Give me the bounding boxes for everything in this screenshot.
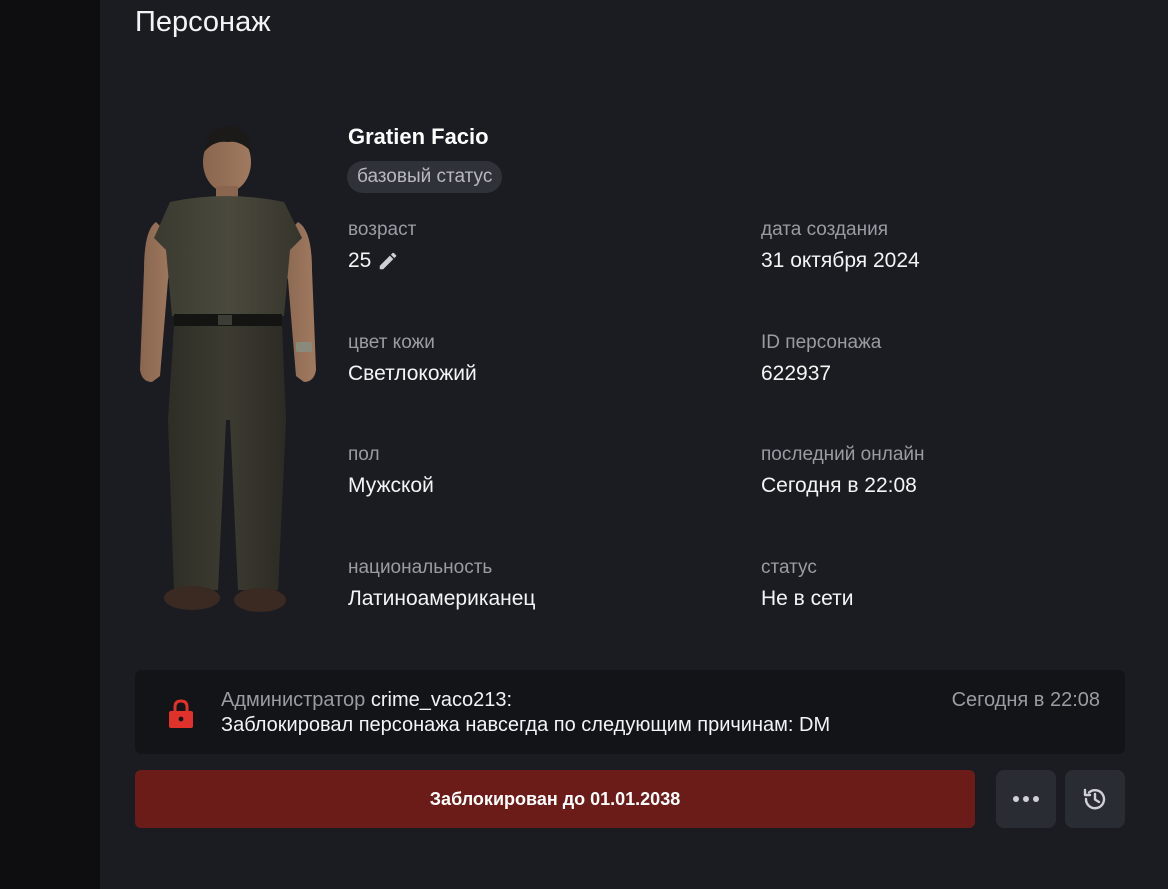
- field-nationality: национальность Латиноамериканец: [348, 557, 535, 611]
- history-icon: [1083, 788, 1106, 810]
- pencil-icon: [380, 252, 397, 270]
- field-label: последний онлайн: [761, 444, 925, 465]
- lock-icon: [169, 699, 193, 728]
- edit-age-button[interactable]: [377, 250, 399, 272]
- field-gender: пол Мужской: [348, 444, 434, 498]
- field-character-id: ID персонажа 622937: [761, 332, 881, 386]
- page-title: Персонаж: [135, 6, 271, 38]
- field-value: Мужской: [348, 474, 434, 497]
- field-last-online: последний онлайн Сегодня в 22:08: [761, 444, 925, 498]
- field-label: возраст: [348, 219, 417, 240]
- field-age: возраст 25: [348, 219, 416, 273]
- field-label: национальность: [348, 557, 493, 578]
- field-value: Светлокожий: [348, 362, 477, 385]
- history-button[interactable]: [1065, 770, 1125, 828]
- field-value: 622937: [761, 362, 832, 385]
- status-badge: базовый статус: [347, 161, 503, 193]
- field-value: 31 октября 2024: [761, 249, 920, 272]
- more-dots-icon: [1013, 796, 1039, 802]
- log-message: Заблокировал персонажа навсегда по следу…: [221, 714, 831, 736]
- field-value: 25: [348, 249, 416, 273]
- log-admin-name: crime_vaco213:: [370, 689, 513, 711]
- log-prefix: Администратор: [221, 689, 366, 711]
- field-label: ID персонажа: [761, 332, 882, 353]
- left-sidebar-strip: [0, 0, 100, 889]
- log-header: Администратор crime_vaco213:: [221, 689, 512, 712]
- log-timestamp: Сегодня в 22:08: [951, 689, 1100, 711]
- field-value: Не в сети: [761, 587, 854, 610]
- field-status: статус Не в сети: [761, 557, 854, 611]
- field-label: цвет кожи: [348, 332, 435, 353]
- field-label: дата создания: [761, 219, 888, 240]
- field-label: статус: [761, 557, 817, 578]
- character-avatar: [140, 126, 316, 612]
- field-label: пол: [348, 444, 380, 465]
- admin-log-card: Администратор crime_vaco213: Заблокирова…: [135, 670, 1125, 754]
- field-created: дата создания 31 октября 2024: [761, 219, 920, 273]
- field-value: Латиноамериканец: [348, 587, 536, 610]
- more-options-button[interactable]: [996, 770, 1056, 828]
- banned-until-button[interactable]: Заблокирован до 01.01.2038: [135, 770, 975, 828]
- field-value: Сегодня в 22:08: [761, 474, 917, 497]
- character-name: Gratien Facio: [348, 124, 489, 149]
- character-panel: Персонаж Gratien Facio базовый статус во…: [100, 0, 1168, 889]
- age-value: 25: [348, 249, 372, 272]
- field-skin: цвет кожи Светлокожий: [348, 332, 477, 386]
